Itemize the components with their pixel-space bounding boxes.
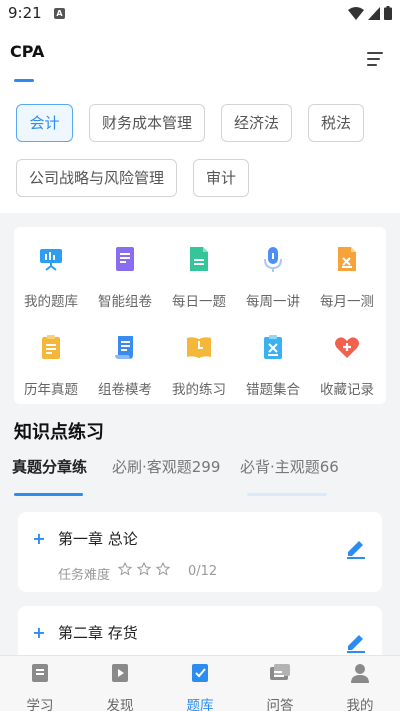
difficulty-stars	[118, 562, 170, 576]
expand-plus-icon[interactable]: +	[32, 625, 46, 641]
bottom-nav: 学习 发现 题库 问答 我的	[0, 655, 400, 711]
nav-profile[interactable]: 我的	[320, 662, 400, 711]
notification-a-icon: A	[54, 8, 65, 19]
nav-label: 学习	[26, 698, 54, 711]
feature-label: 我的练习	[172, 382, 226, 398]
nav-label: 我的	[346, 698, 374, 711]
nav-discover[interactable]: 发现	[80, 662, 160, 711]
nav-label: 发现	[106, 698, 134, 711]
study-icon	[32, 664, 48, 682]
question-bank-icon	[192, 664, 208, 682]
battery-icon	[384, 6, 392, 20]
nav-label: 问答	[266, 698, 294, 711]
feature-my-question-bank[interactable]: 我的题库	[14, 245, 88, 310]
edit-pencil-icon[interactable]	[344, 630, 368, 654]
section-title: 知识点练习	[14, 422, 104, 443]
status-time: 9:21	[8, 4, 42, 22]
status-bar: 9:21 A	[0, 0, 400, 28]
feature-smart-paper[interactable]: 智能组卷	[88, 245, 162, 310]
subject-chip-audit[interactable]: 审计	[193, 159, 249, 197]
profile-icon	[351, 664, 369, 683]
book-clock-icon	[187, 337, 211, 358]
menu-icon[interactable]	[367, 52, 383, 68]
heart-plus-icon	[335, 337, 359, 358]
nav-question-bank[interactable]: 题库	[160, 662, 240, 711]
feature-past-exams[interactable]: 历年真题	[14, 333, 88, 398]
feature-label: 我的题库	[24, 294, 78, 310]
feature-label: 收藏记录	[320, 382, 374, 398]
title-underline	[14, 79, 34, 82]
star-icon	[137, 562, 151, 576]
feature-grid: 我的题库 智能组卷 每日一题 每周一讲 每月一测 历年真题 组卷模考 我的练习 …	[14, 227, 386, 404]
feature-label: 每周一讲	[246, 294, 300, 310]
difficulty-label: 任务难度	[58, 568, 111, 583]
expand-plus-icon[interactable]: +	[32, 531, 46, 547]
subject-chip-tax-law[interactable]: 税法	[308, 104, 364, 142]
nav-qa[interactable]: 问答	[240, 662, 320, 711]
feature-weekly-lecture[interactable]: 每周一讲	[236, 245, 310, 310]
tab-indicator-faded	[247, 493, 327, 496]
microphone-icon	[264, 247, 282, 272]
feature-label: 组卷模考	[98, 382, 152, 398]
tab-past-chapters[interactable]: 真题分章练	[12, 456, 87, 477]
qa-icon	[270, 664, 290, 680]
feature-mock-exam[interactable]: 组卷模考	[88, 333, 162, 398]
feature-label: 历年真题	[24, 382, 78, 398]
presentation-icon	[40, 249, 62, 271]
paper-icon	[116, 247, 134, 271]
feature-label: 错题集合	[246, 382, 300, 398]
tab-subjective-questions[interactable]: 必背·主观题66	[240, 456, 339, 477]
chapter-title: 第一章 总论	[58, 530, 138, 548]
feature-label: 每日一题	[172, 294, 226, 310]
chapter-progress: 0/12	[188, 564, 218, 579]
page-title: CPA	[10, 42, 45, 61]
tab-objective-questions[interactable]: 必刷·客观题299	[112, 456, 220, 477]
clipboard-icon	[42, 335, 60, 359]
document-icon	[190, 247, 208, 271]
feature-favorites[interactable]: 收藏记录	[310, 333, 384, 398]
subject-chip-accounting[interactable]: 会计	[16, 104, 73, 142]
subject-chip-economic-law[interactable]: 经济法	[221, 104, 292, 142]
subject-chip-financial-cost[interactable]: 财务成本管理	[89, 104, 205, 142]
chapter-title: 第二章 存货	[58, 624, 138, 642]
tab-active-indicator	[14, 493, 83, 496]
feature-label: 智能组卷	[98, 294, 152, 310]
star-icon	[156, 562, 170, 576]
nav-label: 题库	[186, 698, 214, 711]
feature-daily-question[interactable]: 每日一题	[162, 245, 236, 310]
feature-label: 每月一测	[320, 294, 374, 310]
wifi-icon	[348, 6, 364, 20]
error-clipboard-icon	[264, 335, 282, 359]
scroll-icon	[115, 336, 133, 359]
star-icon	[118, 562, 132, 576]
test-file-icon	[338, 247, 356, 271]
feature-monthly-test[interactable]: 每月一测	[310, 245, 384, 310]
nav-study[interactable]: 学习	[0, 662, 80, 711]
discover-icon	[112, 664, 128, 682]
edit-pencil-icon[interactable]	[344, 536, 368, 560]
subject-chip-strategy-risk[interactable]: 公司战略与风险管理	[16, 159, 177, 197]
status-icons	[348, 6, 392, 20]
chapter-card[interactable]: + 第一章 总论 任务难度 0/12	[18, 512, 382, 592]
signal-icon	[368, 6, 380, 20]
feature-error-collection[interactable]: 错题集合	[236, 333, 310, 398]
practice-tabs: 真题分章练 必刷·客观题299 必背·主观题66	[0, 456, 400, 496]
feature-my-practice[interactable]: 我的练习	[162, 333, 236, 398]
